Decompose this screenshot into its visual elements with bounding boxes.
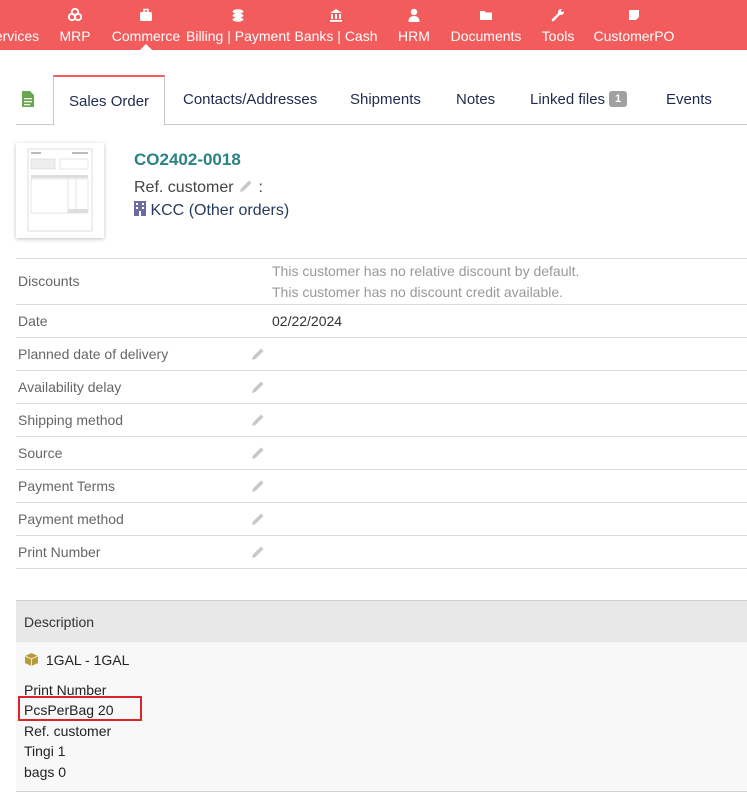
highlight-box — [18, 696, 142, 721]
pencil-icon[interactable] — [250, 445, 266, 461]
document-preview-image — [27, 148, 93, 232]
tab-label: Linked files — [530, 91, 606, 108]
nav-label: HRM — [398, 28, 430, 44]
nav-label: Commerce — [111, 28, 181, 44]
sticky-note-icon — [629, 10, 639, 20]
nav-label: Billing | Payment — [185, 28, 291, 44]
wrench-icon — [551, 9, 564, 22]
discount-note: This customer has no relative discount b… — [272, 263, 580, 279]
discount-note: This customer has no discount credit ava… — [272, 284, 564, 300]
table-divider — [16, 568, 747, 569]
tab-label: Notes — [456, 91, 496, 108]
nav-label: MRP — [59, 28, 91, 44]
top-navigation: ervices MRP Commerce Billing | Payment B… — [0, 0, 747, 50]
order-fields-table: Discounts This customer has no relative … — [16, 258, 747, 569]
date-value: 02/22/2024 — [272, 313, 343, 329]
nav-mrp[interactable]: MRP — [55, 0, 95, 50]
description-column-header: Description — [24, 614, 95, 630]
line-extrafield: bags 0 — [24, 764, 67, 780]
field-label: Shipping method — [18, 412, 124, 428]
folder-icon — [480, 11, 492, 20]
nav-label: ervices — [0, 28, 40, 44]
order-line-row[interactable]: 1GAL - 1GAL Print Number PcsPerBag 20 Re… — [16, 642, 747, 792]
field-row-date: Date 02/22/2024 — [16, 304, 747, 337]
lines-table-header: Description — [16, 600, 747, 642]
nav-label: Documents — [450, 28, 522, 44]
field-row-discounts: Discounts This customer has no relative … — [16, 258, 747, 304]
field-label: Payment Terms — [18, 478, 115, 494]
ref-customer-label: Ref. customer — [134, 179, 234, 196]
nav-billing-payment[interactable]: Billing | Payment — [186, 0, 290, 50]
order-document-icon — [22, 91, 34, 107]
nav-hrm[interactable]: HRM — [394, 0, 434, 50]
tab-events[interactable]: Events — [666, 75, 712, 125]
field-label: Date — [18, 313, 48, 329]
pencil-icon[interactable] — [250, 346, 266, 362]
field-label: Planned date of delivery — [18, 346, 169, 362]
field-label: Print Number — [18, 544, 101, 560]
coins-icon — [232, 9, 244, 22]
field-row-availability: Availability delay — [16, 370, 747, 403]
briefcase-icon — [140, 8, 152, 21]
user-tie-icon — [408, 8, 420, 22]
field-label: Availability delay — [18, 379, 122, 395]
field-row-source: Source — [16, 436, 747, 469]
ref-customer-separator: : — [258, 179, 263, 196]
tab-label: Events — [666, 91, 712, 108]
document-preview-thumbnail[interactable] — [16, 143, 104, 238]
thirdparty-line: KCC (Other orders) — [134, 201, 289, 220]
product-label: 1GAL - 1GAL — [45, 652, 130, 668]
line-extrafield: Ref. customer — [24, 723, 112, 739]
cubes-icon — [68, 8, 82, 22]
field-row-payment-terms: Payment Terms — [16, 469, 747, 502]
nav-tools[interactable]: Tools — [538, 0, 578, 50]
field-row-shipping-method: Shipping method — [16, 403, 747, 436]
pencil-icon[interactable] — [250, 379, 266, 395]
pencil-icon[interactable] — [250, 478, 266, 494]
pencil-icon[interactable] — [250, 511, 266, 527]
ref-customer-line: Ref. customer : — [134, 178, 263, 197]
building-icon — [134, 201, 146, 216]
line-extrafield: Tingi 1 — [24, 743, 66, 759]
field-row-planned-delivery: Planned date of delivery — [16, 337, 747, 370]
field-label: Payment method — [18, 511, 124, 527]
tab-label: Contacts/Addresses — [183, 91, 318, 108]
nav-documents[interactable]: Documents — [450, 0, 522, 50]
linked-files-count-badge: 1 — [609, 91, 628, 107]
pencil-icon[interactable] — [250, 412, 266, 428]
product-line[interactable]: 1GAL - 1GAL — [24, 652, 129, 668]
nav-banks-cash[interactable]: Banks | Cash — [294, 0, 378, 50]
pencil-icon[interactable] — [250, 544, 266, 560]
field-row-print-number: Print Number — [16, 535, 747, 568]
pencil-icon[interactable] — [238, 178, 254, 194]
tab-sales-order[interactable]: Sales Order — [53, 75, 166, 126]
bank-icon — [330, 9, 342, 22]
other-orders-link[interactable]: (Other orders) — [189, 202, 289, 219]
product-box-icon — [24, 653, 39, 666]
field-label: Discounts — [18, 273, 80, 289]
nav-commerce[interactable]: Commerce — [110, 0, 182, 50]
tab-label: Sales Order — [69, 93, 150, 110]
object-tabs: Sales Order Contacts/Addresses Shipments… — [16, 75, 747, 126]
order-reference: CO2402-0018 — [134, 150, 241, 169]
thirdparty-link[interactable]: KCC — [150, 202, 184, 219]
tab-linked-files[interactable]: Linked files 1 — [530, 75, 628, 125]
nav-customerpo[interactable]: CustomerPO — [594, 0, 674, 50]
field-row-payment-method: Payment method — [16, 502, 747, 535]
tab-label: Shipments — [350, 91, 421, 108]
tab-notes[interactable]: Notes — [456, 75, 495, 125]
field-label: Source — [18, 445, 63, 461]
nav-services[interactable]: ervices — [0, 0, 42, 50]
nav-label: Banks | Cash — [294, 28, 378, 44]
tab-shipments[interactable]: Shipments — [350, 75, 421, 125]
tab-contacts-addresses[interactable]: Contacts/Addresses — [183, 75, 317, 125]
nav-label: CustomerPO — [593, 28, 675, 44]
nav-label: Tools — [541, 28, 575, 44]
